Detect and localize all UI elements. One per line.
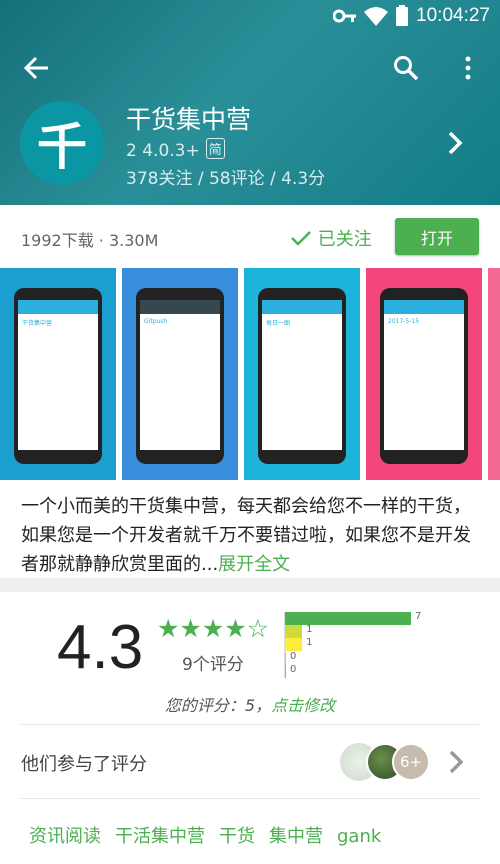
tag[interactable]: gank [337,826,381,847]
screen-caption: 每日一图 [266,320,291,327]
rating-score: 4.3 [57,613,144,682]
screenshot-thumbnail[interactable] [488,268,500,480]
more-participants-badge[interactable]: 6+ [392,743,430,781]
participants-label: 他们参与了评分 [21,754,147,775]
screenshot-thumbnail[interactable]: 2017-5-15 [366,268,482,480]
tag[interactable]: 集中营 [269,826,323,847]
star-icon: ★★★★ [157,614,247,643]
phone-screen: 每日一图 [262,300,342,450]
battery-icon [396,5,408,26]
app-description: 一个小而美的干货集中营，每天都会给您不一样的干货，如果您是一个开发者就千万不要错… [21,492,483,579]
phone-mockup: Gitpush [136,288,224,464]
screenshot-thumbnail[interactable]: 干货集中营 [0,268,116,480]
screen-toolbar [140,300,220,314]
screen-toolbar [18,300,98,314]
follow-label: 已关注 [317,229,372,250]
download-info: 1992下载 · 3.30M [21,231,159,250]
histogram-count: 1 [306,624,313,636]
phone-mockup: 每日一图 [258,288,346,464]
histogram-bar [284,625,303,639]
tag[interactable]: 资讯阅读 [29,826,101,847]
histogram-axis [284,612,285,678]
histogram-count: 1 [306,637,313,649]
back-arrow-icon[interactable] [24,56,50,80]
rating-count: 9个评分 [182,655,244,675]
clock: 10:04:27 [416,5,490,26]
wifi-icon [364,7,388,26]
your-rating-text: 您的评分：5， [164,696,272,715]
app-version: 2 4.0.3+ 简 [126,138,225,161]
tag[interactable]: 干货 [219,826,255,847]
histogram-bar [284,638,303,652]
app-icon: 千 [20,101,104,185]
screen-caption: Gitpush [144,318,168,325]
follow-button[interactable]: 已关注 [290,225,372,251]
app-header: 10:04:27 千 干货集中营 2 4.0.3+ 简 378关注 / 58评论 … [0,0,500,205]
screen-caption: 干货集中营 [22,320,53,327]
histogram-count: 0 [290,663,297,675]
section-separator [0,578,500,592]
phone-screen: Gitpush [140,300,220,450]
star-outline-icon: ☆ [246,614,270,643]
screen-toolbar [384,300,464,314]
chevron-right-icon[interactable] [447,130,463,156]
screenshot-thumbnail[interactable]: 每日一图 [244,268,360,480]
tag-list: 资讯阅读 干活集中营 干货 集中营 gank [29,822,395,848]
phone-screen: 2017-5-15 [384,300,464,450]
your-rating: 您的评分：5，点击修改 [0,692,500,716]
chevron-right-icon[interactable] [449,750,463,774]
histogram-bar [284,612,411,625]
more-vert-icon[interactable] [463,56,473,80]
screenshot-thumbnail[interactable]: Gitpush [122,268,238,480]
app-title: 干货集中营 [126,105,252,134]
expand-link[interactable]: 展开全文 [218,554,290,575]
rating-stars: ★★★★☆ [157,614,269,643]
histogram-count: 0 [290,650,297,662]
screen-caption: 2017-5-15 [388,318,420,325]
histogram-count: 7 [415,611,422,622]
phone-mockup: 2017-5-15 [380,288,468,464]
screen-toolbar [262,300,342,314]
check-icon [291,231,311,246]
open-button[interactable]: 打开 [395,218,479,255]
key-icon [333,9,356,23]
language-badge: 简 [205,138,225,159]
status-bar: 10:04:27 [0,0,500,32]
divider [21,798,479,799]
divider [21,724,479,725]
app-stats: 378关注 / 58评论 / 4.3分 [126,169,326,189]
tag[interactable]: 干活集中营 [115,826,205,847]
version-text: 2 4.0.3+ [126,141,200,161]
edit-rating-link[interactable]: 点击修改 [271,696,335,715]
search-icon[interactable] [393,55,419,81]
phone-screen: 干货集中营 [18,300,98,450]
phone-mockup: 干货集中营 [14,288,102,464]
